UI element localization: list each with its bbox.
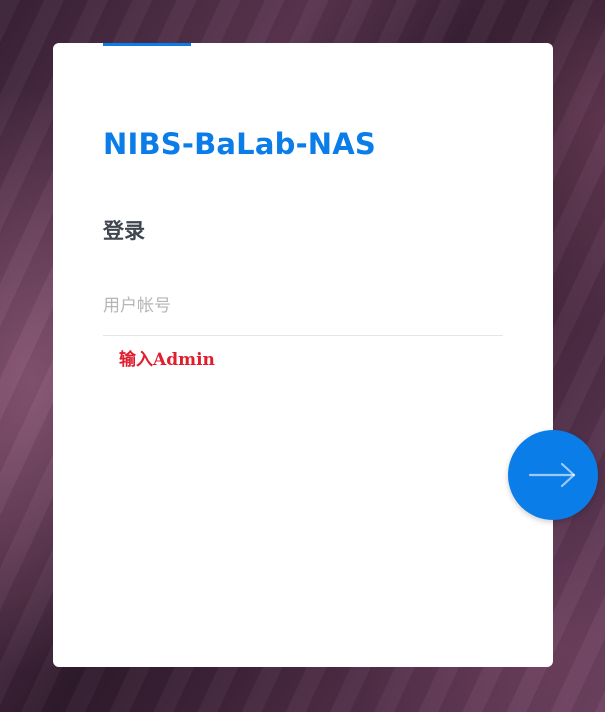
username-field bbox=[103, 281, 503, 336]
arrow-right-icon bbox=[528, 462, 576, 488]
login-card: NIBS-BaLab-NAS 登录 输入Admin bbox=[53, 43, 553, 667]
page-title: NIBS-BaLab-NAS bbox=[103, 127, 377, 161]
login-heading: 登录 bbox=[103, 219, 145, 243]
next-button[interactable] bbox=[508, 430, 598, 520]
card-accent-bar bbox=[103, 43, 191, 46]
annotation-hint: 输入Admin bbox=[119, 350, 215, 370]
username-input[interactable] bbox=[103, 285, 503, 327]
